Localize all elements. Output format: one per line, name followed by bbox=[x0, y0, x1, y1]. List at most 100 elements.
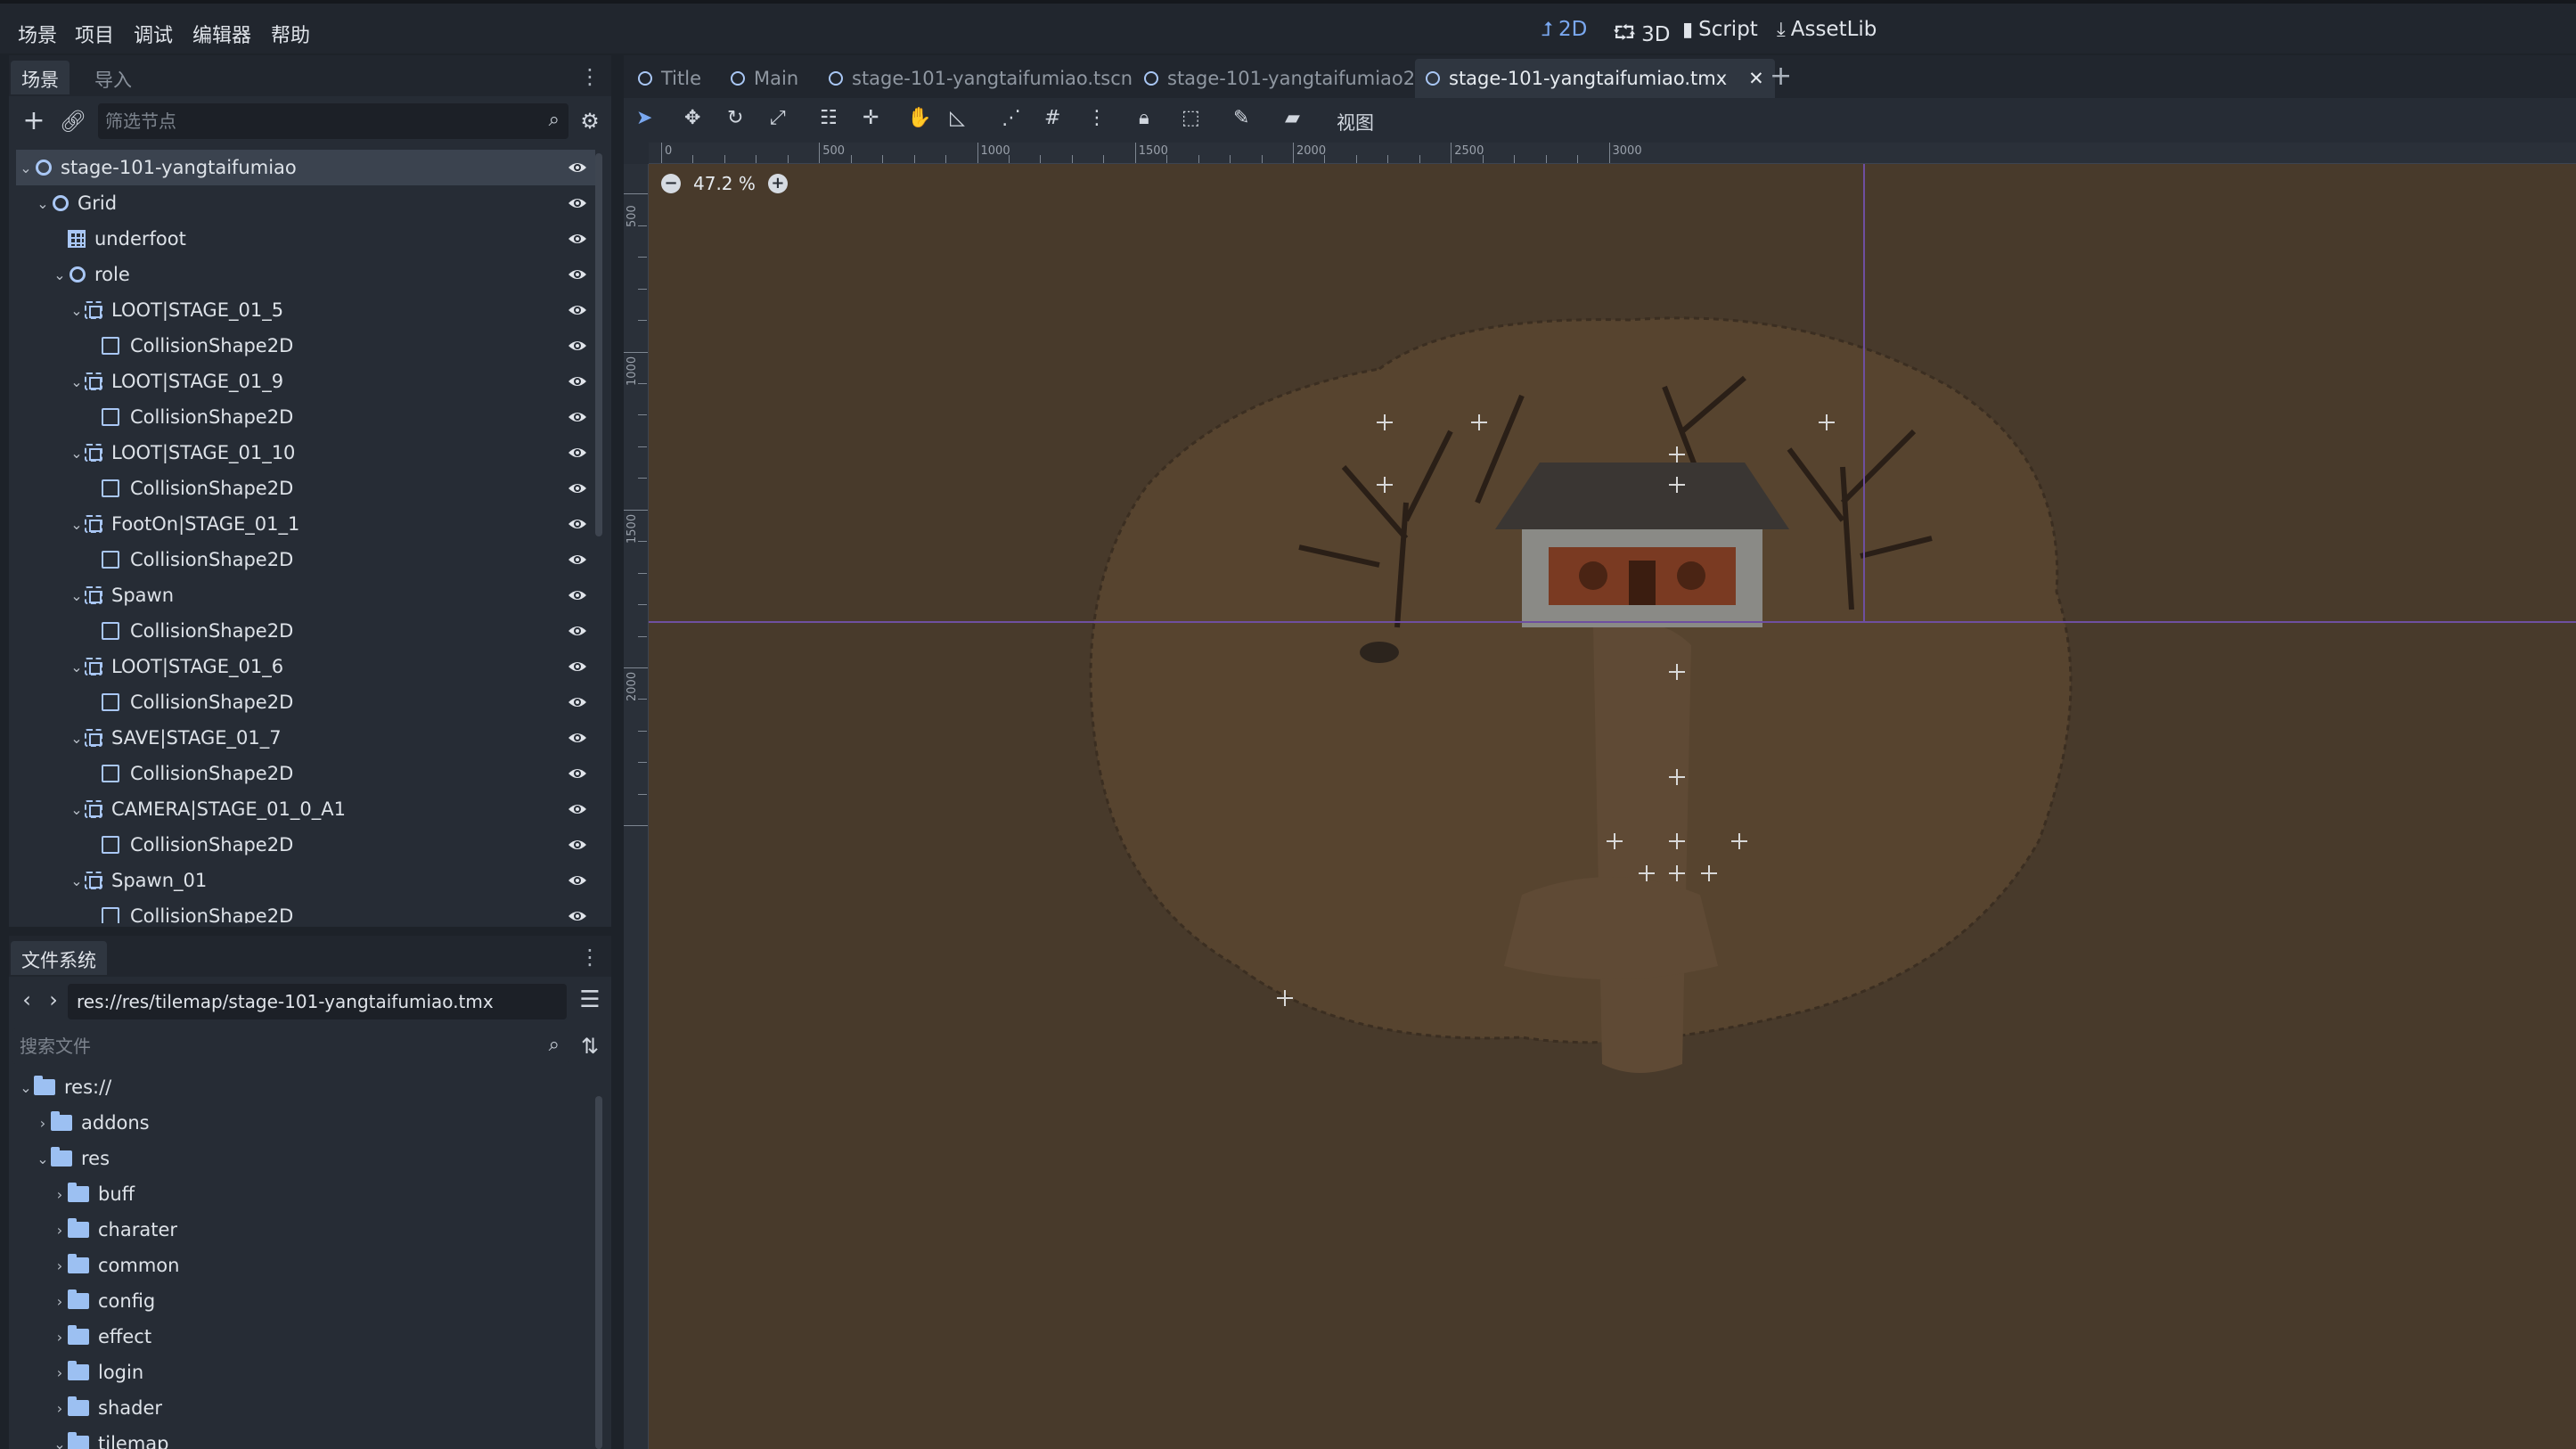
scene-node-row[interactable]: ⌄ role bbox=[16, 257, 595, 292]
position-marker-icon[interactable] bbox=[1669, 769, 1685, 785]
scene-node-row[interactable]: underfoot bbox=[16, 221, 595, 257]
mode-2d-button[interactable]: ⮥ 2D bbox=[1542, 18, 1587, 41]
back-icon[interactable]: ‹ bbox=[12, 986, 41, 1014]
scene-node-row[interactable]: CollisionShape2D bbox=[16, 471, 595, 506]
visibility-eye-icon[interactable] bbox=[567, 478, 588, 499]
position-marker-icon[interactable] bbox=[1639, 865, 1655, 881]
chevron-right-icon[interactable]: › bbox=[52, 1293, 68, 1310]
visibility-eye-icon[interactable] bbox=[567, 264, 588, 285]
position-marker-icon[interactable] bbox=[1819, 414, 1835, 430]
chevron-down-icon[interactable]: ⌄ bbox=[69, 373, 85, 390]
file-tree-row[interactable]: › charater bbox=[16, 1212, 595, 1248]
scene-node-row[interactable]: ⌄ Spawn bbox=[16, 577, 595, 613]
visibility-eye-icon[interactable] bbox=[567, 905, 588, 923]
chevron-down-icon[interactable]: ⌄ bbox=[69, 872, 85, 889]
scene-node-row[interactable]: ⌄ Spawn_01 bbox=[16, 863, 595, 898]
scene-node-row[interactable]: CollisionShape2D bbox=[16, 613, 595, 649]
zoom-out-icon[interactable]: − bbox=[661, 174, 681, 193]
visibility-eye-icon[interactable] bbox=[567, 620, 588, 642]
visibility-eye-icon[interactable] bbox=[567, 763, 588, 784]
chevron-down-icon[interactable]: ⌄ bbox=[18, 160, 34, 176]
forward-icon[interactable]: › bbox=[39, 986, 68, 1014]
scene-tree-scrollbar[interactable] bbox=[595, 153, 602, 536]
position-marker-icon[interactable] bbox=[1277, 990, 1293, 1006]
visibility-eye-icon[interactable] bbox=[567, 513, 588, 535]
scene-node-row[interactable]: CollisionShape2D bbox=[16, 756, 595, 791]
menu-scene[interactable]: 场景 bbox=[18, 20, 57, 48]
visibility-eye-icon[interactable] bbox=[567, 192, 588, 214]
position-marker-icon[interactable] bbox=[1669, 664, 1685, 680]
position-marker-icon[interactable] bbox=[1377, 477, 1393, 493]
scene-node-row[interactable]: ⌄ FootOn|STAGE_01_1 bbox=[16, 506, 595, 542]
search-files-input[interactable] bbox=[12, 1028, 568, 1064]
visibility-eye-icon[interactable] bbox=[567, 335, 588, 356]
filter-nodes-input[interactable] bbox=[98, 103, 568, 139]
add-tab-icon[interactable]: + bbox=[1770, 61, 1792, 92]
visibility-eye-icon[interactable] bbox=[567, 442, 588, 463]
visibility-eye-icon[interactable] bbox=[567, 727, 588, 749]
scene-node-row[interactable]: CollisionShape2D bbox=[16, 399, 595, 435]
menu-project[interactable]: 项目 bbox=[75, 20, 114, 48]
add-node-icon[interactable]: + bbox=[20, 107, 48, 135]
scene-node-row[interactable]: ⌄ CAMERA|STAGE_01_0_A1 bbox=[16, 791, 595, 827]
scene-node-row[interactable]: ⌄ LOOT|STAGE_01_6 bbox=[16, 649, 595, 684]
mode-3d-button[interactable]: ⮔ 3D bbox=[1613, 18, 1670, 52]
file-tree-row[interactable]: ⌄ res:// bbox=[16, 1069, 595, 1105]
tab-import[interactable]: 导入 bbox=[84, 61, 143, 94]
chevron-down-icon[interactable]: ⌄ bbox=[18, 1079, 34, 1096]
scene-node-row[interactable]: CollisionShape2D bbox=[16, 328, 595, 364]
file-tree-row[interactable]: › buff bbox=[16, 1176, 595, 1212]
file-tree-row[interactable]: › addons bbox=[16, 1105, 595, 1141]
menu-editor[interactable]: 编辑器 bbox=[192, 20, 251, 48]
position-marker-icon[interactable] bbox=[1377, 414, 1393, 430]
file-tree-row[interactable]: › config bbox=[16, 1283, 595, 1319]
list-view-icon[interactable]: ☰ bbox=[576, 986, 604, 1014]
position-marker-icon[interactable] bbox=[1669, 865, 1685, 881]
chevron-down-icon[interactable]: ⌄ bbox=[69, 445, 85, 462]
visibility-eye-icon[interactable] bbox=[567, 406, 588, 428]
smart-snap-icon[interactable]: ⋰ bbox=[1002, 107, 1021, 129]
visibility-eye-icon[interactable] bbox=[567, 228, 588, 250]
link-icon[interactable]: 🔗︎ bbox=[59, 107, 87, 135]
scene-node-row[interactable]: CollisionShape2D bbox=[16, 542, 595, 577]
position-marker-icon[interactable] bbox=[1669, 477, 1685, 493]
mode-assetlib-button[interactable]: ⤓ AssetLib bbox=[1777, 18, 1877, 41]
file-tree-row[interactable]: › effect bbox=[16, 1319, 595, 1355]
scene-node-row[interactable]: ⌄ LOOT|STAGE_01_5 bbox=[16, 292, 595, 328]
chevron-down-icon[interactable]: ⌄ bbox=[69, 730, 85, 747]
chevron-down-icon[interactable]: ⌄ bbox=[52, 1436, 68, 1449]
visibility-eye-icon[interactable] bbox=[567, 585, 588, 606]
chevron-right-icon[interactable]: › bbox=[35, 1115, 51, 1132]
chevron-down-icon[interactable]: ⌄ bbox=[52, 266, 68, 283]
close-tab-icon[interactable]: ✕ bbox=[1748, 68, 1764, 89]
scene-node-row[interactable]: ⌄ LOOT|STAGE_01_9 bbox=[16, 364, 595, 399]
file-tree-row[interactable]: › shader bbox=[16, 1390, 595, 1426]
pivot-icon[interactable]: ✛ bbox=[863, 107, 879, 129]
sort-icon[interactable]: ⇅ bbox=[576, 1032, 604, 1060]
rotate-tool-icon[interactable]: ↻ bbox=[727, 107, 743, 129]
ruler-tool-icon[interactable]: ◺ bbox=[950, 107, 965, 129]
group-icon[interactable]: ⬚ bbox=[1182, 107, 1200, 129]
filter-nodes-field[interactable]: ⌕ bbox=[98, 103, 568, 139]
chevron-right-icon[interactable]: › bbox=[52, 1400, 68, 1417]
pan-tool-icon[interactable]: ✋ bbox=[907, 107, 931, 129]
position-marker-icon[interactable] bbox=[1731, 833, 1747, 849]
view-menu[interactable]: 视图 bbox=[1337, 109, 1374, 135]
visibility-eye-icon[interactable] bbox=[567, 656, 588, 677]
position-marker-icon[interactable] bbox=[1471, 414, 1487, 430]
chevron-down-icon[interactable]: ⌄ bbox=[35, 1150, 51, 1167]
visibility-eye-icon[interactable] bbox=[567, 549, 588, 570]
chevron-down-icon[interactable]: ⌄ bbox=[69, 516, 85, 533]
chevron-down-icon[interactable]: ⌄ bbox=[69, 801, 85, 818]
chevron-right-icon[interactable]: › bbox=[52, 1257, 68, 1274]
position-marker-icon[interactable] bbox=[1669, 446, 1685, 463]
tab-stage-tmx[interactable]: stage-101-yangtaifumiao.tmx ✕ bbox=[1415, 59, 1775, 98]
chevron-right-icon[interactable]: › bbox=[52, 1329, 68, 1346]
path-field[interactable]: res://res/tilemap/stage-101-yangtaifumia… bbox=[68, 984, 567, 1019]
tab-title-scene[interactable]: Title bbox=[627, 59, 712, 98]
file-tree-row[interactable]: ⌄ res bbox=[16, 1141, 595, 1176]
chevron-right-icon[interactable]: › bbox=[52, 1364, 68, 1381]
fs-menu-icon[interactable]: ⋮ bbox=[579, 945, 601, 970]
chevron-down-icon[interactable]: ⌄ bbox=[69, 659, 85, 675]
visibility-eye-icon[interactable] bbox=[567, 870, 588, 891]
